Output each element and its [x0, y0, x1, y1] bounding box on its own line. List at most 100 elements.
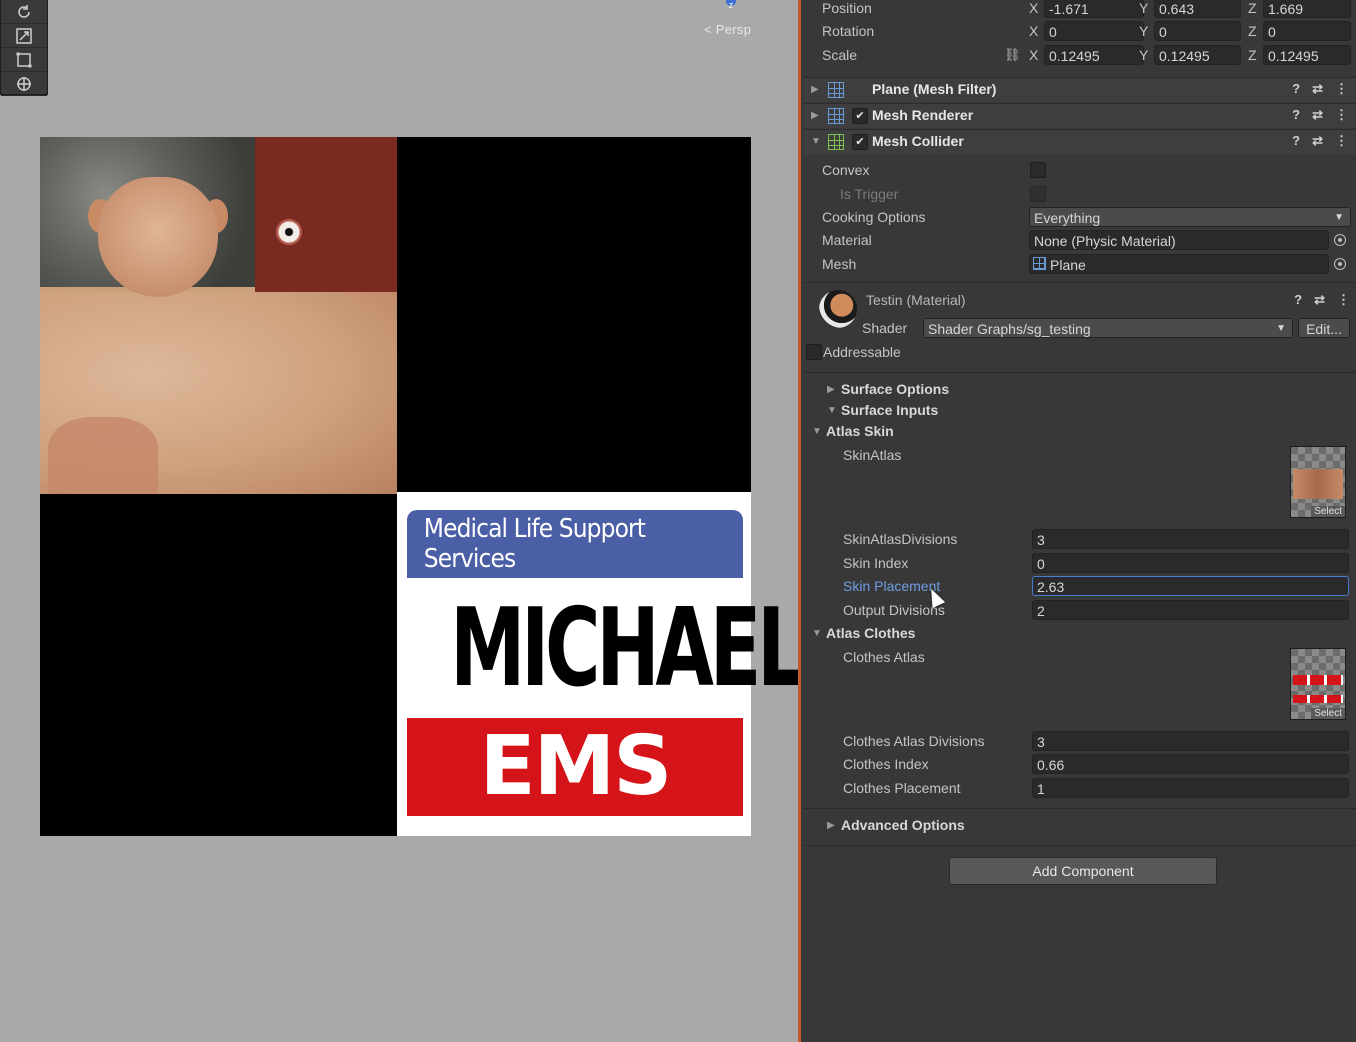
mesh-renderer-header[interactable]: ▶ ✔ Mesh Renderer ? ⇄ ⋮	[804, 103, 1356, 128]
shader-label: Shader	[862, 320, 908, 336]
chevron-down-icon[interactable]: ▼	[812, 426, 822, 437]
material-name: Testin (Material)	[866, 292, 966, 308]
rotation-z-field[interactable]: 0	[1263, 21, 1351, 41]
output-divisions-label: Output Divisions	[843, 602, 945, 618]
menu-icon[interactable]: ⋮	[1335, 133, 1348, 149]
axis-y-label[interactable]: Y	[1139, 0, 1148, 18]
axis-x-label[interactable]: X	[1029, 0, 1038, 18]
axis-y-label[interactable]: Y	[1139, 21, 1148, 41]
clothes-placement-field[interactable]: 1	[1032, 778, 1349, 798]
axis-z-label[interactable]: Z	[1248, 21, 1257, 41]
select-button[interactable]: Select	[1311, 506, 1345, 517]
skin-atlas-label: SkinAtlas	[843, 447, 902, 463]
shader-dropdown[interactable]: Shader Graphs/sg_testing ▼	[923, 318, 1293, 338]
object-picker-icon[interactable]	[1334, 258, 1346, 270]
atlas-clothes-foldout[interactable]: Atlas Clothes	[826, 625, 915, 641]
output-divisions-field[interactable]: 2	[1032, 600, 1349, 620]
badge-header-text: Medical Life Support Services	[423, 514, 646, 574]
position-z-field[interactable]: 1.669	[1263, 0, 1351, 18]
position-x-field[interactable]: -1.671	[1044, 0, 1144, 18]
skin-atlas-divisions-field[interactable]: 3	[1032, 529, 1349, 549]
scale-tool-button[interactable]	[1, 24, 47, 48]
clothes-atlas-texture-slot[interactable]: Select	[1290, 648, 1346, 720]
atlas-texture-plane[interactable]: Medical Life Support Services MICHAEL EM…	[40, 137, 798, 836]
mesh-label: Mesh	[822, 256, 857, 272]
axis-z-label[interactable]: Z	[1248, 45, 1257, 65]
help-icon[interactable]: ?	[1292, 81, 1300, 97]
object-picker-icon[interactable]	[1334, 234, 1346, 246]
mesh-collider-header[interactable]: ▼ ✔ Mesh Collider ? ⇄ ⋮	[804, 129, 1356, 154]
chevron-right-icon[interactable]: ▶	[827, 820, 835, 831]
scale-x-field[interactable]: 0.12495	[1044, 45, 1144, 65]
orientation-gizmo[interactable]: z < Persp	[696, 0, 766, 40]
scale-z-field[interactable]: 0.12495	[1263, 45, 1351, 65]
help-icon[interactable]: ?	[1294, 292, 1302, 308]
rotate-tool-button[interactable]	[1, 0, 47, 24]
badge-footer-text: EMS	[479, 719, 673, 814]
menu-icon[interactable]: ⋮	[1335, 107, 1348, 123]
atlas-skin-foldout[interactable]: Atlas Skin	[826, 423, 894, 439]
skin-index-field[interactable]: 0	[1032, 553, 1349, 573]
edit-shader-button[interactable]: Edit...	[1298, 318, 1350, 338]
mesh-collider-title: Mesh Collider	[872, 133, 964, 149]
divider	[804, 372, 1356, 373]
advanced-options-foldout[interactable]: Advanced Options	[841, 817, 965, 833]
is-trigger-checkbox[interactable]	[1030, 186, 1046, 202]
axis-y-label[interactable]: Y	[1139, 45, 1148, 65]
preset-icon[interactable]: ⇄	[1312, 81, 1323, 97]
position-y-field[interactable]: 0.643	[1154, 0, 1241, 18]
scale-icon	[16, 27, 32, 44]
menu-icon[interactable]: ⋮	[1337, 292, 1350, 308]
mesh-filter-title: Plane (Mesh Filter)	[872, 81, 997, 97]
rect-tool-button[interactable]	[1, 48, 47, 72]
rotation-x-field[interactable]: 0	[1044, 21, 1144, 41]
chevron-down-icon[interactable]: ▼	[811, 136, 821, 147]
chevron-right-icon[interactable]: ▶	[827, 384, 835, 395]
shader-value: Shader Graphs/sg_testing	[928, 321, 1091, 337]
axis-z-label[interactable]: Z	[1248, 0, 1257, 18]
surface-inputs-foldout[interactable]: Surface Inputs	[841, 402, 938, 418]
chevron-right-icon[interactable]: ▶	[811, 84, 819, 95]
axis-x-label[interactable]: X	[1029, 45, 1038, 65]
scene-view[interactable]: z < Persp Medical Life Support Services …	[0, 0, 798, 1042]
chevron-right-icon[interactable]: ▶	[811, 110, 819, 121]
chevron-down-icon[interactable]: ▼	[812, 628, 822, 639]
clothes-placement-label: Clothes Placement	[843, 780, 961, 796]
select-button[interactable]: Select	[1311, 708, 1345, 719]
cooking-options-label: Cooking Options	[822, 209, 926, 225]
transform-tool-button[interactable]	[1, 72, 47, 96]
rotation-y-field[interactable]: 0	[1154, 21, 1241, 41]
chevron-down-icon[interactable]: ▼	[827, 405, 837, 416]
menu-icon[interactable]: ⋮	[1335, 81, 1348, 97]
mesh-filter-header[interactable]: ▶ Plane (Mesh Filter) ? ⇄ ⋮	[804, 77, 1356, 102]
clothes-index-label: Clothes Index	[843, 756, 929, 772]
material-object-field[interactable]: None (Physic Material)	[1029, 230, 1329, 250]
convex-checkbox[interactable]	[1030, 162, 1046, 178]
skin-placement-field[interactable]: 2.63	[1032, 576, 1349, 596]
preset-icon[interactable]: ⇄	[1314, 292, 1325, 308]
preset-icon[interactable]: ⇄	[1312, 133, 1323, 149]
mesh-object-field[interactable]: Plane	[1029, 254, 1329, 274]
mesh-renderer-enabled-checkbox[interactable]: ✔	[852, 108, 868, 124]
help-icon[interactable]: ?	[1292, 133, 1300, 149]
mesh-collider-icon	[828, 134, 844, 150]
skin-atlas-texture-slot[interactable]: Select	[1290, 446, 1346, 518]
add-component-button[interactable]: Add Component	[949, 857, 1217, 885]
mesh-collider-enabled-checkbox[interactable]: ✔	[852, 134, 868, 150]
cooking-options-value: Everything	[1034, 210, 1101, 226]
addressable-checkbox[interactable]	[806, 344, 822, 360]
surface-options-foldout[interactable]: Surface Options	[841, 381, 949, 397]
material-label: Material	[822, 232, 872, 248]
link-icon[interactable]: ⛓	[1004, 47, 1021, 63]
clothes-atlas-divisions-field[interactable]: 3	[1032, 731, 1349, 751]
projection-label[interactable]: < Persp	[704, 22, 751, 37]
help-icon[interactable]: ?	[1292, 107, 1300, 123]
axis-x-label[interactable]: X	[1029, 21, 1038, 41]
is-trigger-label: Is Trigger	[840, 186, 899, 202]
mesh-renderer-icon	[828, 108, 844, 124]
cooking-options-dropdown[interactable]: Everything ▼	[1029, 207, 1351, 227]
clothes-index-field[interactable]: 0.66	[1032, 754, 1349, 774]
preset-icon[interactable]: ⇄	[1312, 107, 1323, 123]
scale-y-field[interactable]: 0.12495	[1154, 45, 1241, 65]
eye-texture	[276, 219, 302, 245]
